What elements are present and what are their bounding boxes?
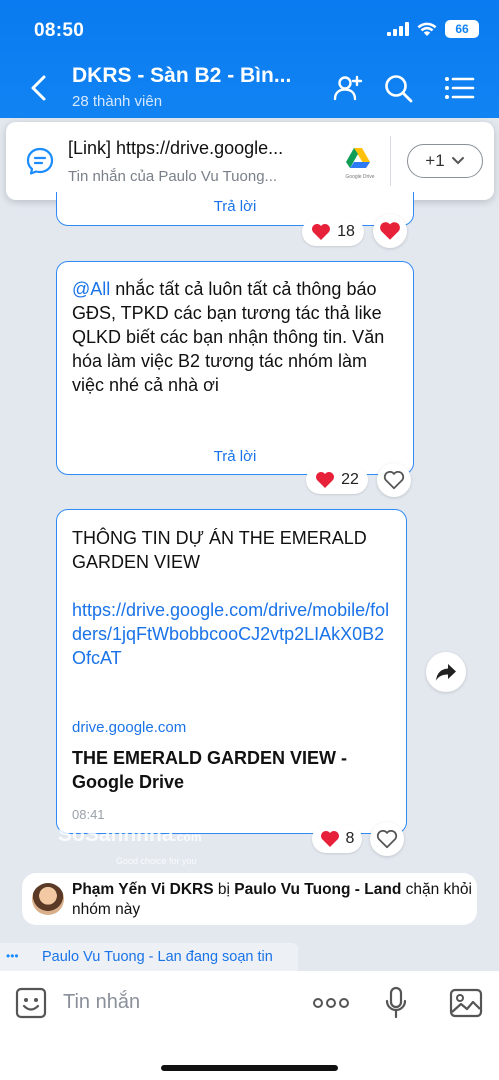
pinned-title: [Link] https://drive.google... [68, 138, 284, 158]
divider [390, 136, 391, 186]
message-input[interactable]: Tin nhắn [63, 991, 140, 1014]
typing-indicator: ••• Paulo Vu Tuong - Lan đang soạn tin [0, 943, 298, 971]
notice-by[interactable]: Paulo Vu Tuong - Land [234, 881, 401, 898]
reaction-count[interactable]: 18 [302, 218, 364, 246]
watermark-brand: SoSanhnha [58, 823, 174, 846]
forward-icon [436, 664, 456, 681]
message-time: 08:41 [72, 807, 105, 822]
reaction-number: 18 [337, 223, 355, 240]
pinned-more-count: +1 [425, 151, 445, 170]
message-text: THÔNG TIN DỰ ÁN THE EMERALD GARDEN VIEW [72, 528, 367, 572]
menu-list-icon[interactable] [443, 72, 475, 104]
heart-outline-icon [376, 830, 398, 849]
wifi-icon [417, 22, 437, 36]
mention-all[interactable]: @All [72, 279, 110, 299]
group-title[interactable]: DKRS - Sàn B2 - Bìn... [72, 64, 317, 88]
image-icon[interactable] [449, 988, 483, 1018]
message-bubble[interactable]: THÔNG TIN DỰ ÁN THE EMERALD GARDEN VIEW … [56, 509, 407, 834]
chat-header: 08:50 66 DKRS - Sàn B2 - Bìn... 28 thành… [0, 0, 499, 118]
react-button[interactable] [377, 463, 411, 497]
message-input-bar: Tin nhắn [0, 971, 499, 1080]
heart-icon [320, 831, 339, 847]
add-member-icon[interactable] [332, 72, 364, 104]
watermark-tagline: Good choice for you [116, 856, 197, 866]
notice-actor[interactable]: Phạm Yến Vi DKRS [72, 881, 214, 898]
chevron-down-icon [451, 157, 464, 165]
reaction-number: 8 [345, 830, 355, 847]
react-button[interactable] [373, 214, 407, 248]
heart-icon [316, 472, 335, 488]
notice-verb: bị [213, 881, 235, 898]
link-domain[interactable]: drive.google.com [72, 719, 186, 736]
message-bubble[interactable]: @All nhắc tất cả luôn tất cả thông báo G… [56, 261, 414, 475]
message-bubble[interactable]: Trả lời [56, 192, 414, 226]
message-icon [26, 147, 54, 175]
reaction-count[interactable]: 8 [312, 825, 362, 853]
notice-text: Phạm Yến Vi DKRS bị Paulo Vu Tuong - Lan… [72, 880, 472, 920]
avatar[interactable] [32, 883, 64, 915]
heart-outline-icon [383, 471, 405, 490]
link-preview-title[interactable]: THE EMERALD GARDEN VIEW - Google Drive [72, 746, 392, 794]
status-icons: 66 [387, 20, 479, 38]
reply-link[interactable]: Trả lời [57, 448, 413, 465]
member-count[interactable]: 28 thành viên [72, 93, 162, 110]
google-drive-icon: Google Drive [340, 146, 380, 180]
sticker-icon[interactable] [14, 986, 48, 1020]
typing-text: Paulo Vu Tuong - Lan đang soạn tin [42, 949, 273, 965]
reaction-count[interactable]: 22 [306, 466, 368, 494]
battery-icon: 66 [445, 20, 479, 38]
react-button[interactable] [370, 822, 404, 856]
heart-filled-icon [380, 222, 400, 240]
reaction-number: 22 [341, 471, 359, 488]
watermark-domain: .com [173, 830, 202, 844]
pinned-more-button[interactable]: +1 [407, 144, 483, 178]
microphone-icon[interactable] [384, 986, 408, 1020]
more-options-icon[interactable] [312, 991, 350, 1015]
back-icon[interactable] [26, 73, 52, 103]
system-notice: Phạm Yến Vi DKRS bị Paulo Vu Tuong - Lan… [22, 873, 477, 925]
status-time: 08:50 [34, 20, 85, 41]
pinned-message[interactable]: [Link] https://drive.google... Tin nhắn … [6, 122, 494, 200]
reply-link[interactable]: Trả lời [57, 198, 413, 215]
share-button[interactable] [426, 652, 466, 692]
watermark-logo: SoSanhnha.com [58, 823, 202, 847]
heart-icon [312, 224, 331, 240]
pinned-subtitle: Tin nhắn của Paulo Vu Tuong... [68, 168, 278, 185]
home-indicator [161, 1065, 338, 1071]
google-drive-label: Google Drive [345, 174, 375, 180]
drive-link[interactable]: https://drive.google.com/drive/mobile/fo… [72, 598, 394, 670]
message-body: nhắc tất cả luôn tất cả thông báo GĐS, T… [72, 279, 385, 395]
signal-icon [387, 22, 409, 36]
message-text: @All nhắc tất cả luôn tất cả thông báo G… [72, 277, 402, 397]
search-icon[interactable] [382, 72, 414, 104]
typing-dots-icon: ••• [6, 949, 19, 963]
